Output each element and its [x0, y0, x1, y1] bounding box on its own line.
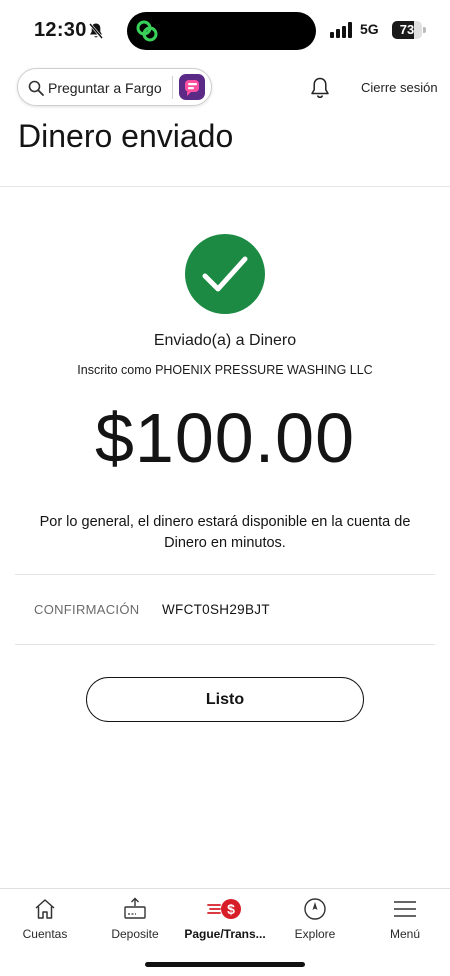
home-icon	[35, 899, 55, 919]
nav-item-explore[interactable]: Explore	[270, 889, 360, 949]
availability-note: Por lo general, el dinero estará disponi…	[39, 514, 411, 551]
bell-muted-icon	[89, 23, 103, 39]
divider	[15, 574, 435, 575]
network-type: 5G	[360, 21, 379, 37]
status-bar: 12:30 5G 73	[0, 0, 450, 60]
battery-percent: 73	[399, 22, 415, 37]
link-activity-icon	[136, 20, 158, 42]
nav-label: Deposite	[111, 927, 159, 941]
pay-transfer-icon: $	[207, 899, 241, 919]
deposit-icon	[124, 897, 146, 919]
compass-icon	[304, 898, 326, 920]
title-divider	[0, 186, 450, 187]
done-button[interactable]: Listo	[86, 677, 364, 722]
nav-label: Menú	[389, 927, 421, 941]
search-label: Preguntar a Fargo	[48, 80, 162, 96]
battery-icon: 73	[392, 21, 426, 39]
menu-icon	[394, 901, 416, 917]
nav-label: Pague/Trans...	[184, 927, 266, 941]
confirmation-code: WFCT0SH29BJT	[162, 602, 270, 617]
nav-item-pay-transfer[interactable]: $ Pague/Trans...	[180, 889, 270, 949]
success-check-icon	[185, 234, 265, 314]
sent-to-text: Enviado(a) a Dinero	[153, 332, 297, 349]
sign-out-link[interactable]: Cierre sesión	[361, 80, 438, 95]
nav-item-deposit[interactable]: Deposite	[90, 889, 180, 949]
ask-fargo-search[interactable]: Preguntar a Fargo	[17, 68, 212, 106]
search-icon	[28, 80, 44, 96]
enrolled-as-text: Inscrito como PHOENIX PRESSURE WASHING L…	[77, 363, 373, 377]
sent-amount: $100.00	[94, 399, 356, 477]
nav-label: Explore	[294, 927, 336, 941]
svg-text:$: $	[227, 901, 235, 917]
page-title: Dinero enviado	[18, 118, 234, 154]
divider	[15, 644, 435, 645]
nav-label: Cuentas	[22, 927, 68, 941]
nav-item-menu[interactable]: Menú	[360, 889, 450, 949]
home-indicator	[145, 962, 305, 967]
confirmation-label: CONFIRMACIÓN	[34, 602, 140, 617]
notifications-bell-icon[interactable]	[309, 76, 331, 100]
cellular-signal-icon	[330, 22, 352, 38]
status-time: 12:30	[34, 19, 87, 41]
nav-item-accounts[interactable]: Cuentas	[0, 889, 90, 949]
search-divider	[172, 76, 173, 99]
fargo-assistant-icon[interactable]	[179, 74, 205, 100]
